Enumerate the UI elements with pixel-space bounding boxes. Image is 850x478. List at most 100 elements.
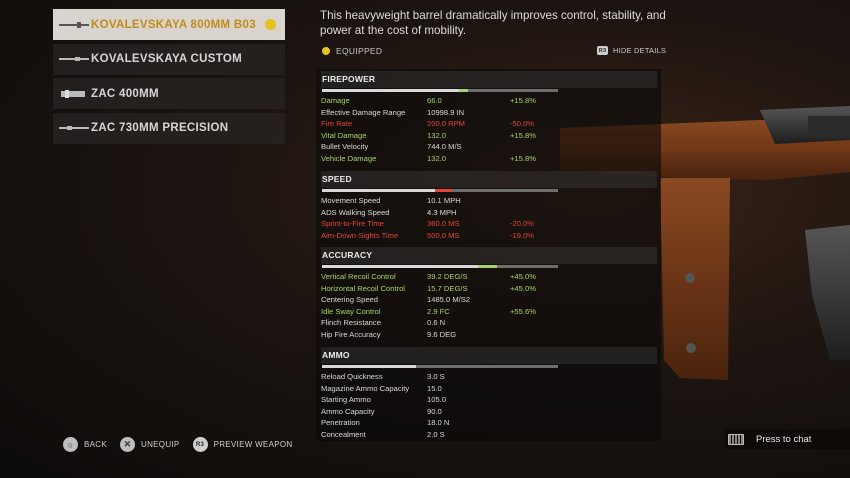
stat-value: 39.2 DEG/S	[427, 272, 468, 281]
stat-name: ADS Walking Speed	[321, 207, 390, 217]
r3-button-icon: R3	[192, 437, 208, 452]
stat-delta: +15.8%	[510, 153, 536, 163]
stat-value: 2.0 S	[427, 429, 445, 439]
stat-name: Reload Quickness	[321, 372, 383, 381]
stat-name: Sprint-to-Fire Time	[321, 219, 384, 229]
stat-row: Penetration 18.0 N	[321, 417, 657, 429]
r3-key-icon: R3	[597, 46, 608, 55]
equipped-dot-icon	[322, 47, 330, 55]
stat-value: 0.6 N	[427, 318, 446, 328]
stat-row: Damage 66.0 +15.8%	[321, 95, 657, 107]
stat-value: 90.0	[427, 406, 442, 416]
stat-name: Concealment	[321, 429, 366, 439]
barrel-label: ZAC 400MM	[91, 87, 159, 100]
stat-delta: -20.0%	[510, 219, 535, 229]
barrel-item[interactable]: ZAC 400MM	[53, 78, 285, 109]
stat-delta: +45.0%	[510, 272, 536, 281]
keyboard-icon	[728, 433, 744, 445]
stat-value: 132.0	[427, 130, 447, 140]
unequip-button[interactable]: ✕ UNEQUIP	[120, 437, 180, 452]
stat-name: Penetration	[321, 418, 360, 428]
stat-bar	[322, 89, 558, 92]
attachment-description: This heavyweight barrel dramatically imp…	[320, 9, 666, 37]
section-title: FIREPOWER	[321, 71, 657, 88]
section-title: SPEED	[321, 171, 657, 188]
preview-weapon-button[interactable]: R3 PREVIEW WEAPON	[192, 437, 293, 452]
press-to-chat-button[interactable]: Press to chat	[725, 429, 850, 449]
stat-bar	[322, 265, 558, 268]
stat-bar-fill	[322, 89, 459, 92]
stat-name: Starting Ammo	[321, 395, 371, 405]
stat-value: 744.0 M/S	[427, 142, 462, 152]
stat-value: 18.0 N	[427, 418, 450, 428]
stat-row: Ammo Capacity 90.0	[321, 406, 657, 418]
stat-row: Aim-Down-Sights Time 500.0 MS -19.0%	[321, 230, 657, 242]
stat-value: 105.0	[427, 395, 447, 405]
stats-panel: FIREPOWER Damage 66.0 +15.8% Effective Dama…	[316, 69, 661, 441]
stat-row: Concealment 2.0 S	[321, 429, 657, 441]
stat-row: Effective Damage Range 10998.9 IN	[321, 107, 657, 119]
barrel-thumbnail-icon	[61, 89, 85, 98]
stat-name: Idle Sway Control	[321, 306, 381, 316]
stat-value: 500.0 MS	[427, 230, 460, 240]
stat-delta: +45.0%	[510, 283, 536, 293]
barrel-thumbnail-icon	[59, 57, 89, 61]
stat-value: 200.0 RPM	[427, 119, 465, 129]
barrel-item[interactable]: KOVALEVSKAYA 800MM B03	[53, 9, 285, 40]
back-label: BACK	[84, 440, 107, 449]
stat-name: Bullet Velocity	[321, 142, 369, 152]
stat-value: 15.0	[427, 383, 442, 393]
stat-row: Vertical Recoil Control 39.2 DEG/S +45.0%	[321, 271, 657, 283]
stat-name: Vehicle Damage	[321, 153, 377, 163]
stat-delta: +15.8%	[510, 130, 536, 140]
stat-value: 132.0	[427, 153, 447, 163]
stat-value: 10998.9 IN	[427, 107, 465, 117]
barrel-label: KOVALEVSKAYA CUSTOM	[91, 53, 242, 65]
stat-rows: Movement Speed 10.1 MPH ADS Walking Speed 4…	[321, 195, 657, 241]
stat-name: Horizontal Recoil Control	[321, 283, 405, 293]
equipped-label: EQUIPPED	[336, 46, 383, 56]
stat-delta: -19.0%	[510, 230, 535, 240]
stats-section-speed: SPEED Movement Speed 10.1 MPH ADS Walking …	[321, 171, 657, 241]
stat-row: ADS Walking Speed 4.3 MPH	[321, 207, 657, 219]
barrel-thumbnail-icon	[59, 126, 89, 130]
stat-name: Ammo Capacity	[321, 406, 375, 416]
stat-row: Idle Sway Control 2.9 FC +55.6%	[321, 306, 657, 318]
equipped-status: EQUIPPED	[322, 46, 382, 56]
stat-row: Fire Rate 200.0 RPM -50.0%	[321, 118, 657, 130]
stat-value: 1485.0 M/S2	[427, 295, 471, 305]
stat-name: Vertical Recoil Control	[321, 272, 396, 281]
stat-bar-modifier	[477, 265, 497, 268]
section-title: ACCURACY	[321, 247, 657, 264]
stat-row: Hip Fire Accuracy 9.6 DEG	[321, 329, 657, 341]
barrel-item[interactable]: ZAC 730MM PRECISION	[53, 112, 285, 144]
equipped-indicator-icon	[265, 19, 276, 30]
stat-row: Flinch Resistance 0.6 N	[321, 317, 657, 329]
hide-details-button[interactable]: R3 HIDE DETAILS	[597, 46, 666, 55]
preview-weapon-label: PREVIEW WEAPON	[213, 440, 293, 449]
barrel-item[interactable]: KOVALEVSKAYA CUSTOM	[53, 43, 285, 75]
stat-name: Flinch Resistance	[321, 318, 381, 328]
stat-rows: Vertical Recoil Control 39.2 DEG/S +45.0% H…	[321, 271, 657, 341]
stat-name: Aim-Down-Sights Time	[321, 230, 399, 240]
stat-bar	[322, 189, 558, 192]
stat-bar-fill	[322, 265, 478, 268]
stat-value: 15.7 DEG/S	[427, 283, 468, 293]
section-title: AMMO	[321, 347, 657, 364]
circle-button-icon: ○	[63, 437, 78, 452]
back-button[interactable]: ○ BACK	[63, 437, 107, 452]
stat-row: Magazine Ammo Capacity 15.0	[321, 383, 657, 395]
unequip-label: UNEQUIP	[141, 440, 180, 449]
barrel-label: ZAC 730MM PRECISION	[91, 122, 229, 134]
stat-bar-fill	[322, 365, 417, 368]
stat-bar-modifier	[458, 89, 469, 92]
stat-row: Vehicle Damage 132.0 +15.8%	[321, 153, 657, 165]
barrel-thumbnail-icon	[59, 21, 89, 28]
stat-bar	[322, 365, 558, 368]
cross-button-icon: ✕	[120, 437, 135, 452]
stat-rows: Reload Quickness 3.0 S Magazine Ammo Capac…	[321, 371, 657, 441]
stat-name: Centering Speed	[321, 295, 378, 305]
stat-row: Movement Speed 10.1 MPH	[321, 195, 657, 207]
stat-value: 4.3 MPH	[427, 207, 457, 217]
stat-name: Fire Rate	[321, 119, 353, 129]
